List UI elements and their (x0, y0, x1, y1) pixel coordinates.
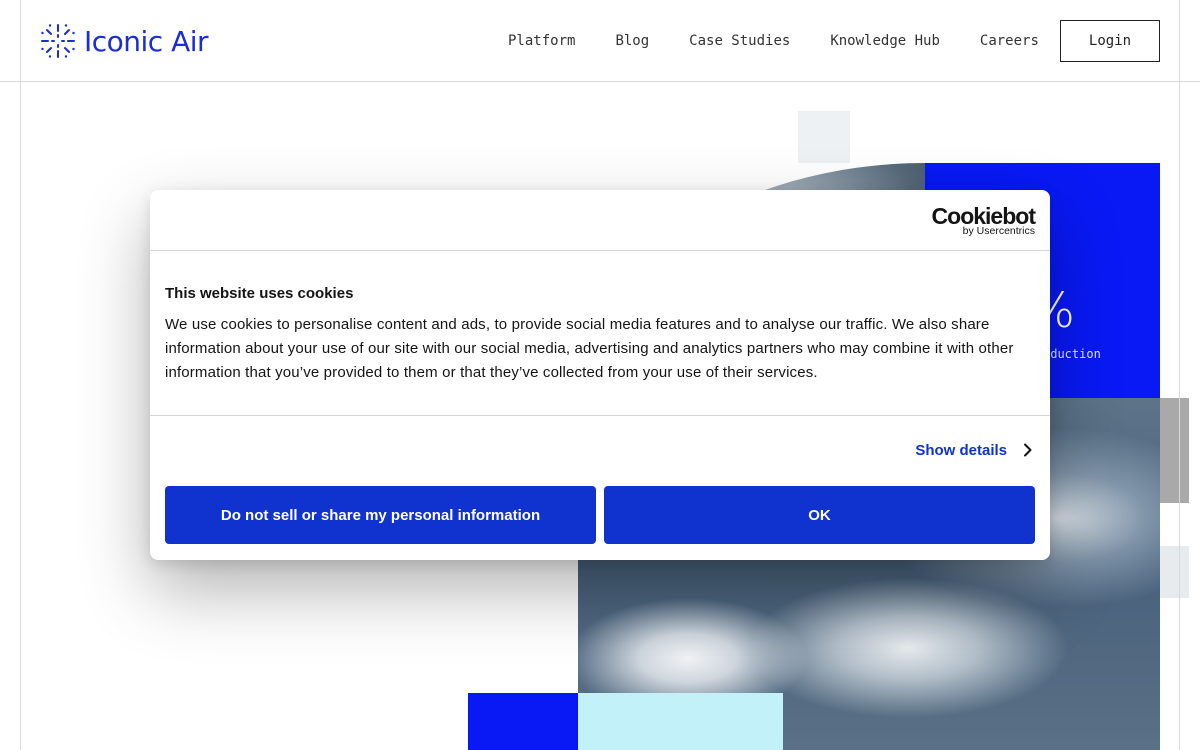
decor-block-light (1160, 546, 1189, 598)
nav-blog[interactable]: Blog (615, 33, 649, 49)
frame-line-right (1179, 0, 1180, 750)
stat-label: eduction (1043, 347, 1101, 361)
chevron-right-icon (1024, 443, 1032, 457)
main-nav: Platform Blog Case Studies Knowledge Hub… (508, 29, 1039, 53)
do-not-sell-button[interactable]: Do not sell or share my personal informa… (165, 486, 596, 544)
nav-platform[interactable]: Platform (508, 33, 575, 49)
show-details-link[interactable]: Show details (915, 439, 1035, 461)
dialog-body-text: We use cookies to personalise content an… (165, 316, 1014, 381)
logo[interactable]: Iconic Air (40, 23, 209, 59)
ok-button[interactable]: OK (604, 486, 1035, 544)
cookiebot-logo: Cookiebot by Usercentrics (925, 204, 1036, 238)
site-header: Iconic Air Platform Blog Case Studies Kn… (0, 0, 1200, 82)
decor-square-blue (468, 693, 578, 750)
cookiebot-logo-sub: by Usercentrics (962, 225, 1035, 237)
nav-case-studies[interactable]: Case Studies (689, 33, 790, 49)
decor-square-grey (798, 111, 850, 163)
nav-knowledge-hub[interactable]: Knowledge Hub (830, 33, 940, 49)
decor-block-grey (1160, 398, 1189, 503)
logo-text: Iconic Air (84, 24, 209, 58)
dialog-header: Cookiebot by Usercentrics (150, 190, 1050, 251)
dialog-divider (150, 415, 1050, 416)
iconic-air-logo-icon (41, 24, 75, 58)
cookie-consent-dialog: Cookiebot by Usercentrics This website u… (150, 190, 1050, 560)
dialog-title: This website uses cookies (165, 285, 354, 302)
login-button[interactable]: Login (1060, 20, 1160, 62)
decor-rect-cyan (578, 693, 783, 750)
show-details-label: Show details (915, 441, 1007, 459)
nav-careers[interactable]: Careers (980, 33, 1039, 49)
frame-line-left (20, 0, 21, 750)
